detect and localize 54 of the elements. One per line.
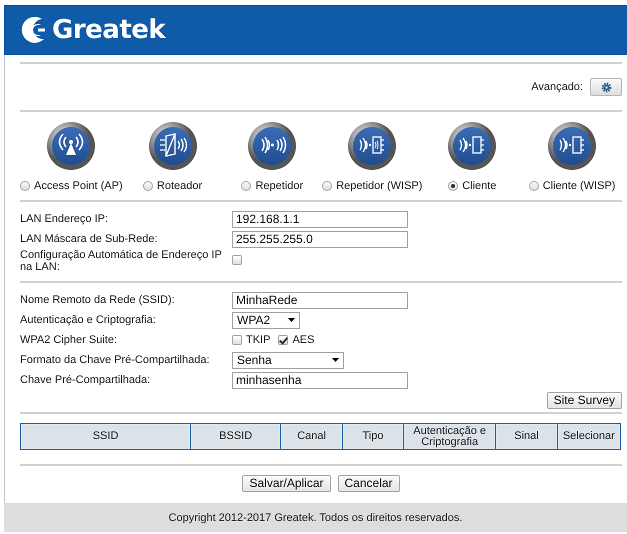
text-field[interactable]: 255.255.255.0 xyxy=(232,230,408,248)
field-label: Configuração Automática de Endereço IP na LAN: xyxy=(20,249,223,273)
text-field[interactable]: MinhaRede xyxy=(232,292,408,308)
column-header: Selecionar xyxy=(557,424,620,450)
field-label: WPA2 Cipher Suite: xyxy=(20,334,118,346)
checkbox-label[interactable]: AES xyxy=(292,334,314,346)
column-header: Tipo xyxy=(342,424,404,450)
radio-label[interactable]: Roteador xyxy=(156,180,202,192)
select-dropdown[interactable]: WPA2 xyxy=(232,312,300,328)
radio-label[interactable]: Cliente xyxy=(462,180,496,192)
select-dropdown[interactable]: Senha xyxy=(232,352,344,368)
column-header: SSID xyxy=(20,424,191,450)
radio-button[interactable] xyxy=(322,181,332,191)
settings-icon xyxy=(600,82,612,92)
copyright-text: Copyright 2012-2017 Greatek. Todos os direitos reservados. xyxy=(168,512,462,524)
radio-button[interactable] xyxy=(528,181,539,191)
column-header: BSSID xyxy=(190,424,281,450)
radio-button[interactable] xyxy=(20,181,30,191)
wireless-tower-icon[interactable] xyxy=(46,121,96,171)
caret-icon xyxy=(288,318,295,322)
checkbox[interactable] xyxy=(232,335,242,345)
field-label: Chave Pré-Compartilhada: xyxy=(20,374,152,386)
caret-icon xyxy=(332,358,339,362)
radio-button[interactable] xyxy=(241,181,252,191)
radio-label[interactable]: Repetidor (WISP) xyxy=(336,180,422,192)
field-label: Nome Remoto da Rede (SSID): xyxy=(20,294,176,306)
radio-label[interactable]: Repetidor xyxy=(255,180,304,192)
device-waves-icon[interactable] xyxy=(547,121,598,171)
field-label: LAN Endereço IP: xyxy=(20,213,110,225)
radio-label[interactable]: Access Point (AP) xyxy=(34,180,123,192)
checkbox[interactable] xyxy=(278,335,288,345)
device-waves-icon[interactable] xyxy=(347,121,398,171)
field-label: LAN Máscara de Sub-Rede: xyxy=(20,233,159,245)
checkbox-label[interactable]: TKIP xyxy=(246,334,270,346)
action-button[interactable]: Salvar/Aplicar xyxy=(242,475,330,492)
column-header: Sinal xyxy=(496,424,558,450)
radio-label[interactable]: Cliente (WISP) xyxy=(542,180,616,192)
text-field[interactable]: minhasenha xyxy=(232,372,408,388)
checkbox[interactable] xyxy=(232,254,242,264)
column-header: Canal xyxy=(280,424,342,450)
radio-button[interactable] xyxy=(448,181,458,191)
text-field[interactable]: 192.168.1.1 xyxy=(232,210,408,228)
settings-button[interactable] xyxy=(590,78,622,96)
site-survey-button[interactable]: Site Survey xyxy=(546,392,622,409)
device-waves-icon[interactable] xyxy=(447,121,498,171)
logo-text[interactable]: Greatek xyxy=(52,15,166,45)
advanced-label: Avançado: xyxy=(531,81,583,93)
column-header: Autenticação e Criptografia xyxy=(404,424,496,450)
router-waves-icon[interactable] xyxy=(148,121,198,171)
action-button[interactable]: Cancelar xyxy=(338,475,400,492)
signal-waves-icon[interactable] xyxy=(247,121,298,171)
field-label: Formato da Chave Pré-Compartilhada: xyxy=(20,354,211,366)
field-label: Autenticação e Criptografia: xyxy=(20,314,157,326)
radio-button[interactable] xyxy=(142,181,153,191)
